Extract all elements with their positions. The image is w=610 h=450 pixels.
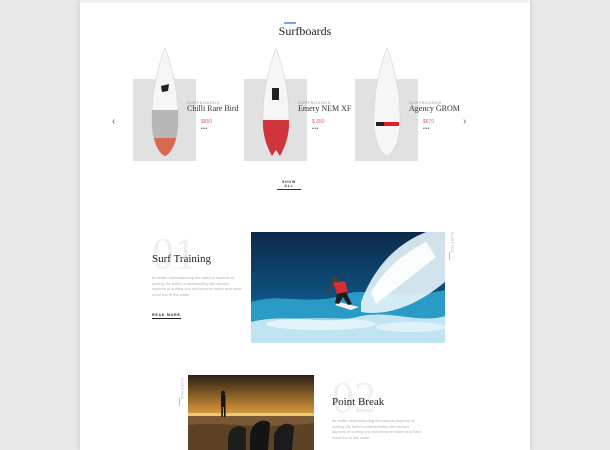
product-card[interactable]: SURFBOARDS Agency GROM $670 •••: [355, 46, 505, 166]
product-price: $670: [423, 119, 435, 125]
product-price: $850: [201, 119, 213, 125]
side-label: SURFING: [180, 378, 184, 400]
surfboard-image: [151, 47, 179, 157]
surf-training-image: [251, 232, 445, 343]
side-accent-tick: [449, 252, 450, 260]
product-name[interactable]: Chilli Rare Bird: [187, 104, 239, 113]
surfboard-image: [373, 47, 401, 157]
top-divider: [80, 0, 530, 3]
page-canvas: Surfboards ‹ › SURFBOARDS Chilli Rare Bi…: [80, 0, 530, 450]
surfboard-image: [262, 47, 290, 157]
point-break-image: [188, 375, 314, 450]
show-all-link[interactable]: SHOW ALL: [277, 180, 301, 190]
read-more-link[interactable]: READ MORE: [152, 313, 181, 319]
rating-dots: •••: [201, 126, 208, 132]
feature-title: Surf Training: [152, 253, 211, 265]
side-label: SURFING: [450, 232, 454, 254]
feature-description: Its better understanding the various asp…: [332, 418, 422, 440]
feature-title: Point Break: [332, 396, 385, 408]
rating-dots: •••: [423, 126, 430, 132]
feature-description: Its better understanding the various asp…: [152, 275, 242, 297]
product-name[interactable]: Emery NEM XF: [298, 104, 351, 113]
product-name[interactable]: Agency GROM: [409, 104, 460, 113]
side-accent-tick: [179, 398, 180, 406]
chevron-left-icon[interactable]: ‹: [112, 116, 115, 127]
surfboards-section-title: Surfboards: [278, 24, 332, 38]
product-price: $ 350: [312, 119, 325, 125]
rating-dots: •••: [312, 126, 319, 132]
